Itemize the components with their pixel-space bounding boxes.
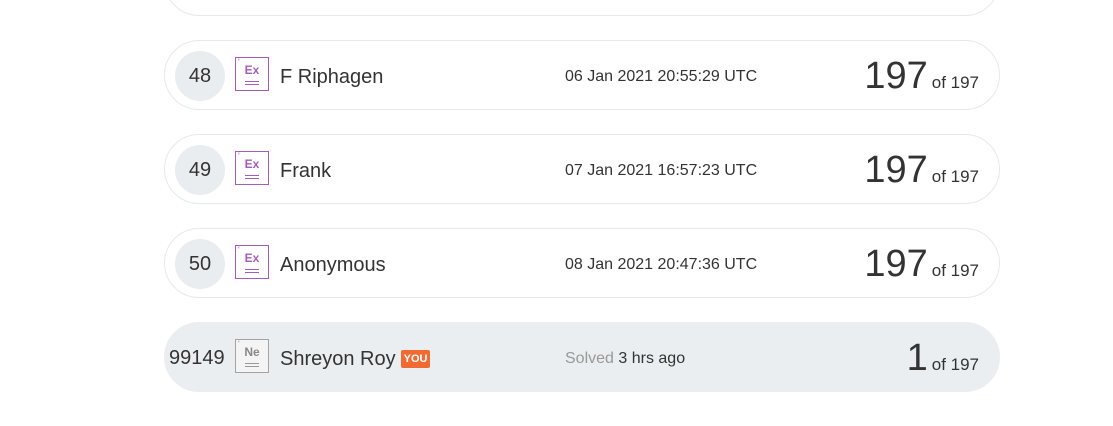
level-badge-icon: ' Ex (235, 245, 269, 279)
score: 197 of 197 (864, 57, 979, 103)
solve-timestamp: 07 Jan 2021 16:57:23 UTC (565, 162, 758, 179)
score-total: of 197 (931, 73, 979, 92)
leaderboard-row: 50 ' Ex Anonymous 08 Jan 2021 20:47:36 U… (164, 228, 1000, 298)
leaderboard-row: 48 ' Ex F Riphagen 06 Jan 2021 20:55:29 … (164, 40, 1000, 110)
user-name[interactable]: F Riphagen (280, 65, 383, 89)
score-value: 197 (864, 243, 928, 285)
solve-timestamp: 08 Jan 2021 20:47:36 UTC (565, 256, 758, 273)
user-name[interactable]: Frank (280, 159, 331, 183)
user-name-text[interactable]: Shreyon Roy (280, 348, 396, 370)
score-total: of 197 (931, 261, 979, 280)
user-name[interactable]: Shreyon Roy YOU (280, 347, 431, 371)
rank-number: 49 (175, 145, 225, 195)
solved-label: Solved (565, 350, 614, 367)
solved-ago: 3 hrs ago (618, 350, 686, 367)
score-value: 197 (864, 149, 928, 191)
level-badge-icon: ' Ex (235, 151, 269, 185)
leaderboard-row: 49 ' Ex Frank 07 Jan 2021 16:57:23 UTC 1… (164, 134, 1000, 204)
level-symbol: Ex (244, 251, 260, 265)
leaderboard-row-partial (164, 0, 1000, 16)
rank-number: 50 (175, 239, 225, 289)
solve-timestamp: 06 Jan 2021 20:55:29 UTC (565, 68, 758, 85)
score-total: of 197 (931, 167, 979, 186)
current-user-row: 99149 ' Ne Shreyon Roy YOU Solved 3 hrs a… (164, 322, 1000, 392)
rank-number: 48 (175, 51, 225, 101)
leaderboard: 48 ' Ex F Riphagen 06 Jan 2021 20:55:29 … (0, 0, 1113, 426)
score: 197 of 197 (864, 245, 979, 291)
you-badge: YOU (400, 350, 431, 368)
level-symbol: Ex (244, 63, 260, 77)
solve-status: Solved 3 hrs ago (565, 349, 685, 369)
score-value: 197 (864, 55, 928, 97)
score: 1 of 197 (907, 339, 979, 385)
user-name[interactable]: Anonymous (280, 253, 386, 277)
score-value: 1 (906, 337, 928, 379)
rank-number: 99149 (169, 347, 225, 369)
score-total: of 197 (931, 355, 979, 374)
score: 197 of 197 (864, 151, 979, 197)
level-badge-icon: ' Ex (235, 57, 269, 91)
level-symbol: Ex (244, 157, 260, 171)
level-symbol: Ne (244, 345, 260, 359)
level-badge-icon: ' Ne (235, 339, 269, 373)
